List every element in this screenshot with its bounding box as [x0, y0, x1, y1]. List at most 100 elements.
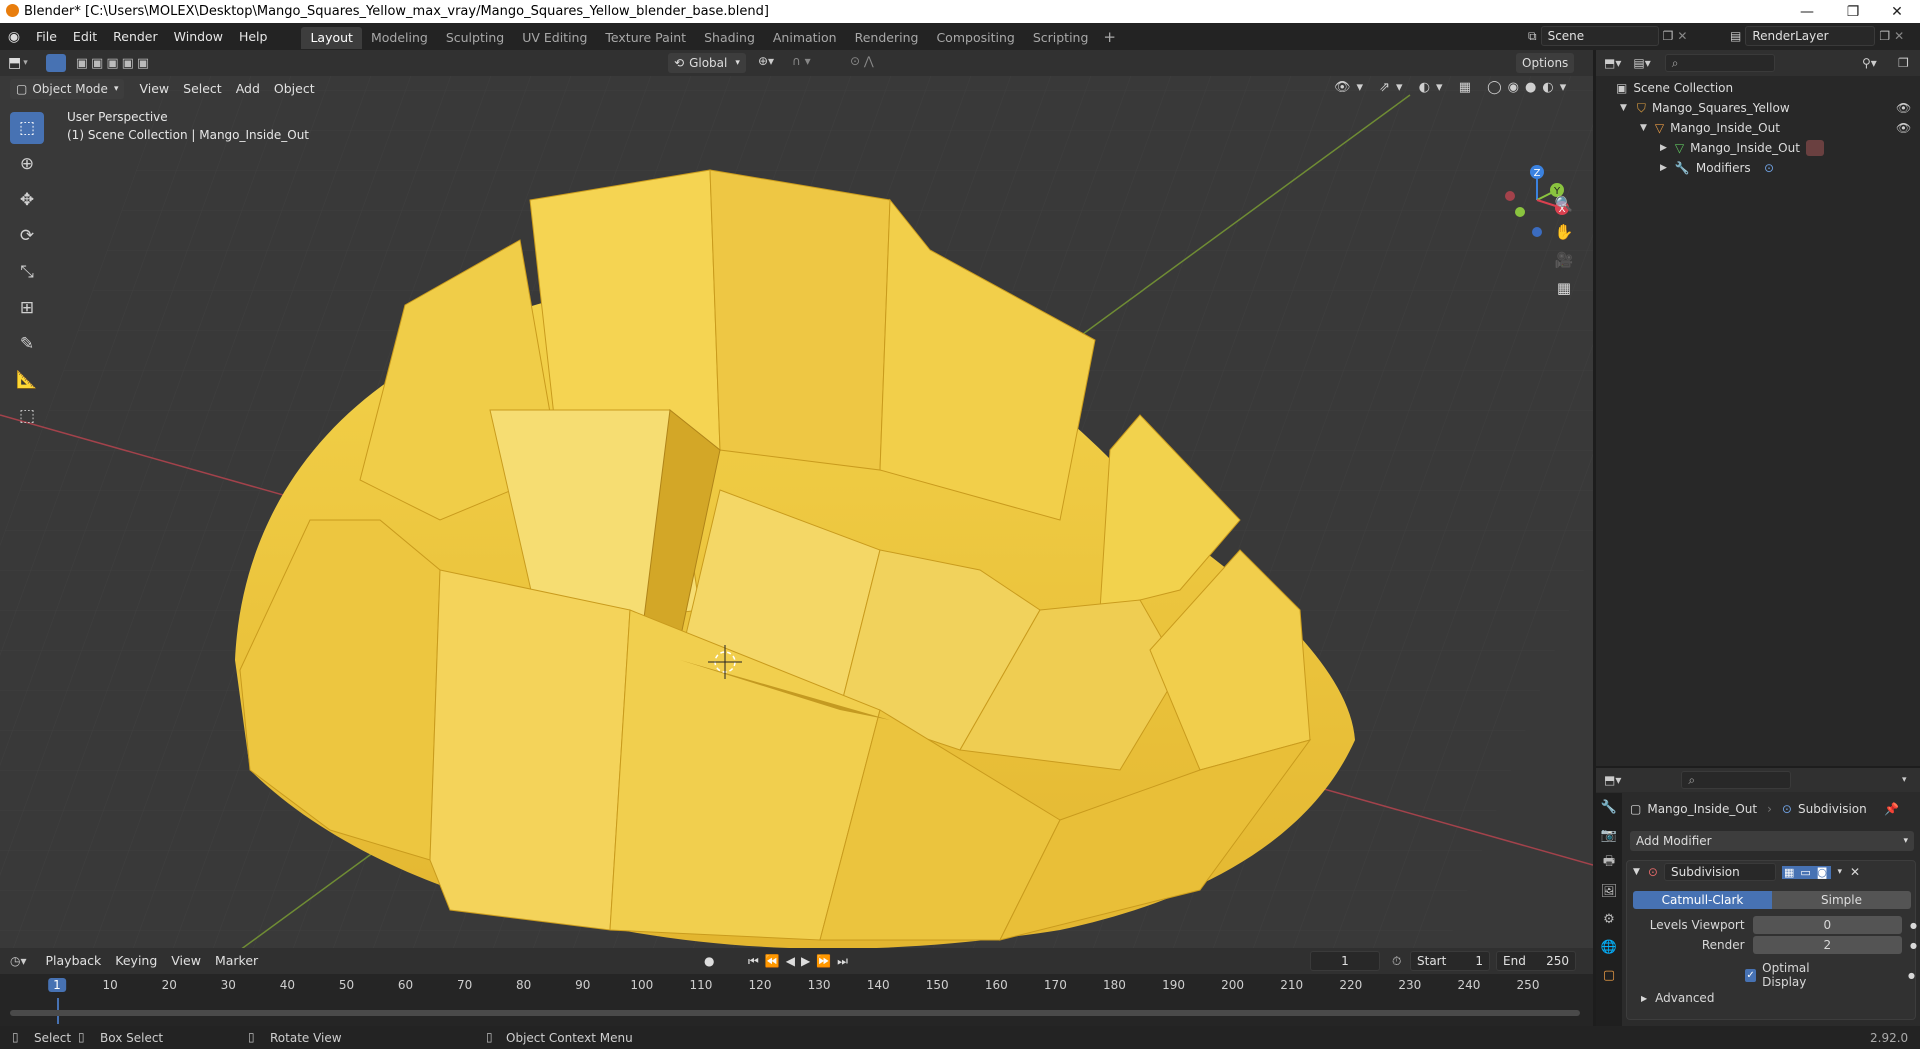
advanced-subpanel[interactable]: ▶ Advanced — [1641, 991, 1714, 1005]
select-mode-icons[interactable]: ▣▣▣▣▣ — [76, 56, 152, 71]
expand-arrow-icon[interactable]: ▶ — [1660, 163, 1667, 173]
expand-arrow-icon[interactable]: ▼ — [1640, 123, 1647, 133]
world-tab-icon[interactable]: 🌐 — [1596, 933, 1622, 961]
material-icon[interactable] — [1806, 140, 1824, 156]
new-render-layer-icon[interactable]: ❐ — [1879, 29, 1890, 43]
cursor-tool[interactable]: ⊕ — [10, 148, 44, 180]
keyframe-dot-icon[interactable]: ● — [1910, 941, 1917, 950]
timeline-scrollbar[interactable] — [10, 1010, 1580, 1016]
outliner-row[interactable]: ▼ ⛉ Mango_Squares_Yellow 👁 — [1596, 98, 1920, 118]
pan-hand-icon[interactable]: ✋ — [1550, 218, 1578, 246]
tool-tab-icon[interactable]: 🔧 — [1596, 793, 1622, 821]
clock-icon[interactable]: ⏱ — [1392, 954, 1401, 969]
blender-menu-icon[interactable]: ◉ — [0, 29, 28, 45]
select-box-tool[interactable]: ⬚ — [10, 112, 44, 144]
transform-orientation[interactable]: ⟲ Global ▾ — [668, 53, 746, 73]
outliner-row[interactable]: ▶ ▽ Mango_Inside_Out — [1596, 138, 1920, 158]
keyframe-dot-icon[interactable]: ● — [1908, 971, 1915, 980]
scene-collection-row[interactable]: ▣ Scene Collection — [1596, 78, 1920, 98]
proportional-edit-icon[interactable]: ⊙ ⋀ — [850, 54, 874, 68]
3d-viewport[interactable]: Z Y X ⬒ ▾ ▣▣▣▣▣ ⟲ Global ▾ ⊕▾ ∩ ▾ ⊙ ⋀ Op… — [0, 50, 1593, 948]
optimal-display-checkbox[interactable]: ✓ — [1745, 968, 1757, 982]
rotate-tool[interactable]: ⟳ — [10, 220, 44, 252]
select-tool-icon[interactable] — [45, 54, 66, 72]
workspace-tab[interactable]: Layout — [301, 26, 362, 49]
measure-tool[interactable]: 📐 — [10, 364, 44, 396]
zoom-icon[interactable]: 🔍 — [1550, 190, 1578, 218]
keyframe-dot-icon[interactable]: ● — [1910, 921, 1917, 930]
viewport-menu-item[interactable]: Object — [267, 77, 322, 101]
properties-search[interactable]: ⌕ — [1681, 771, 1792, 789]
scene-tab-icon[interactable]: ⚙ — [1596, 905, 1622, 933]
outliner-row[interactable]: ▼ ▽ Mango_Inside_Out 👁 — [1596, 118, 1920, 138]
scene-icon[interactable]: ⧉ — [1528, 29, 1537, 44]
mode-selector[interactable]: ▢ Object Mode ▾ — [10, 79, 125, 99]
viewport-menu-item[interactable]: Select — [176, 77, 229, 101]
workspace-tab[interactable]: Shading — [695, 27, 764, 49]
object-tab-icon[interactable]: ▢ — [1596, 961, 1622, 989]
pivot-icon[interactable]: ⊕▾ — [758, 54, 774, 68]
pin-icon[interactable]: 📌 — [1884, 802, 1899, 816]
record-icon[interactable]: ● — [704, 954, 714, 968]
workspace-tab[interactable]: Animation — [764, 27, 846, 49]
view-layer-tab-icon[interactable]: 🖼 — [1596, 877, 1622, 905]
camera-icon[interactable]: 🎥 — [1550, 246, 1578, 274]
chevron-down-icon[interactable]: ▾ — [1902, 775, 1907, 785]
catmull-clark-button[interactable]: Catmull-Clark — [1633, 891, 1772, 909]
timeline-menu-item[interactable]: Keying — [108, 949, 164, 973]
modifier-visibility-icons[interactable]: ▦ ▭ ◙ — [1781, 865, 1832, 879]
menu-item[interactable]: File — [28, 23, 65, 50]
workspace-tab[interactable]: Texture Paint — [596, 27, 695, 49]
viewport-menu-item[interactable]: View — [132, 77, 176, 101]
end-frame-field[interactable]: End 250 — [1496, 951, 1576, 971]
viewport-overlay-icons[interactable]: 👁▾ ⇗▾ ◐▾ ▦ ◯◉●◐▾ — [1334, 80, 1572, 95]
filter-icon[interactable]: ⚲▾ — [1862, 56, 1877, 70]
expand-arrow-icon[interactable]: ▼ — [1620, 103, 1627, 113]
modifier-icon[interactable]: ⊙ — [1764, 161, 1774, 175]
simple-button[interactable]: Simple — [1772, 891, 1911, 909]
grid-perspective-icon[interactable]: ▦ — [1550, 274, 1578, 302]
minimize-button[interactable]: — — [1784, 0, 1830, 23]
annotate-tool[interactable]: ✎ — [10, 328, 44, 360]
delete-render-layer-icon[interactable]: ✕ — [1894, 29, 1904, 43]
add-workspace-button[interactable]: + — [1103, 28, 1116, 46]
add-cube-tool[interactable]: ⬚ — [10, 400, 44, 432]
editor-type-chevron-icon[interactable]: ▾ — [23, 58, 28, 68]
workspace-tab[interactable]: Sculpting — [437, 27, 513, 49]
close-icon[interactable]: ✕ — [1850, 865, 1860, 879]
add-modifier-button[interactable]: Add Modifier ▾ — [1630, 831, 1914, 851]
timeline-menu-item[interactable]: View — [164, 949, 208, 973]
output-tab-icon[interactable]: 🖶 — [1596, 849, 1622, 877]
timeline-editor-icon[interactable]: ◷▾ — [10, 954, 27, 968]
frame-ruler[interactable]: 1 10 20 30 40 50 60 70 80 90 100 110 120 130 140 150 160… — [0, 974, 1593, 996]
collapse-arrow-icon[interactable]: ▼ — [1633, 867, 1640, 877]
restore-button[interactable]: ❐ — [1830, 0, 1876, 23]
outliner-row[interactable]: ▶ 🔧 Modifiers ⊙ — [1596, 158, 1920, 178]
scale-tool[interactable]: ⤡ — [10, 256, 44, 288]
menu-item[interactable]: Render — [105, 23, 166, 50]
timeline-menu-item[interactable]: Playback — [39, 949, 109, 973]
editor-type-icon[interactable]: ⬒ — [8, 55, 21, 71]
timeline[interactable]: ◷▾ Playback Keying View Marker ● ⏮⏪◀▶⏩⏭ 1 ⏱… — [0, 948, 1593, 1026]
playback-controls[interactable]: ⏮⏪◀▶⏩⏭ — [748, 954, 854, 969]
outliner-search[interactable]: ⌕ — [1664, 54, 1775, 72]
snap-icon[interactable]: ∩ ▾ — [792, 54, 811, 68]
menu-item[interactable]: Help — [231, 23, 276, 50]
timeline-menu-item[interactable]: Marker — [208, 949, 265, 973]
menu-item[interactable]: Window — [166, 23, 231, 50]
display-mode-icon[interactable]: ▤▾ — [1633, 56, 1650, 70]
chevron-down-icon[interactable]: ▾ — [1837, 867, 1842, 877]
visibility-eye-icon[interactable]: 👁 — [1896, 101, 1911, 115]
options-button[interactable]: Options — [1516, 53, 1575, 73]
render-levels-field[interactable]: 2 — [1752, 936, 1903, 954]
menu-item[interactable]: Edit — [65, 23, 105, 50]
render-tab-icon[interactable]: 📷 — [1596, 821, 1622, 849]
workspace-tab[interactable]: Modeling — [362, 27, 437, 49]
render-layer-selector[interactable]: RenderLayer — [1745, 26, 1876, 46]
levels-viewport-field[interactable]: 0 — [1752, 916, 1903, 934]
scene-selector[interactable]: Scene — [1540, 26, 1659, 46]
current-frame-field[interactable]: 1 — [1310, 951, 1380, 971]
delete-scene-icon[interactable]: ✕ — [1677, 29, 1687, 43]
properties-editor-icon[interactable]: ⬒▾ — [1604, 773, 1621, 787]
outliner-editor-icon[interactable]: ⬒▾ — [1604, 56, 1621, 70]
